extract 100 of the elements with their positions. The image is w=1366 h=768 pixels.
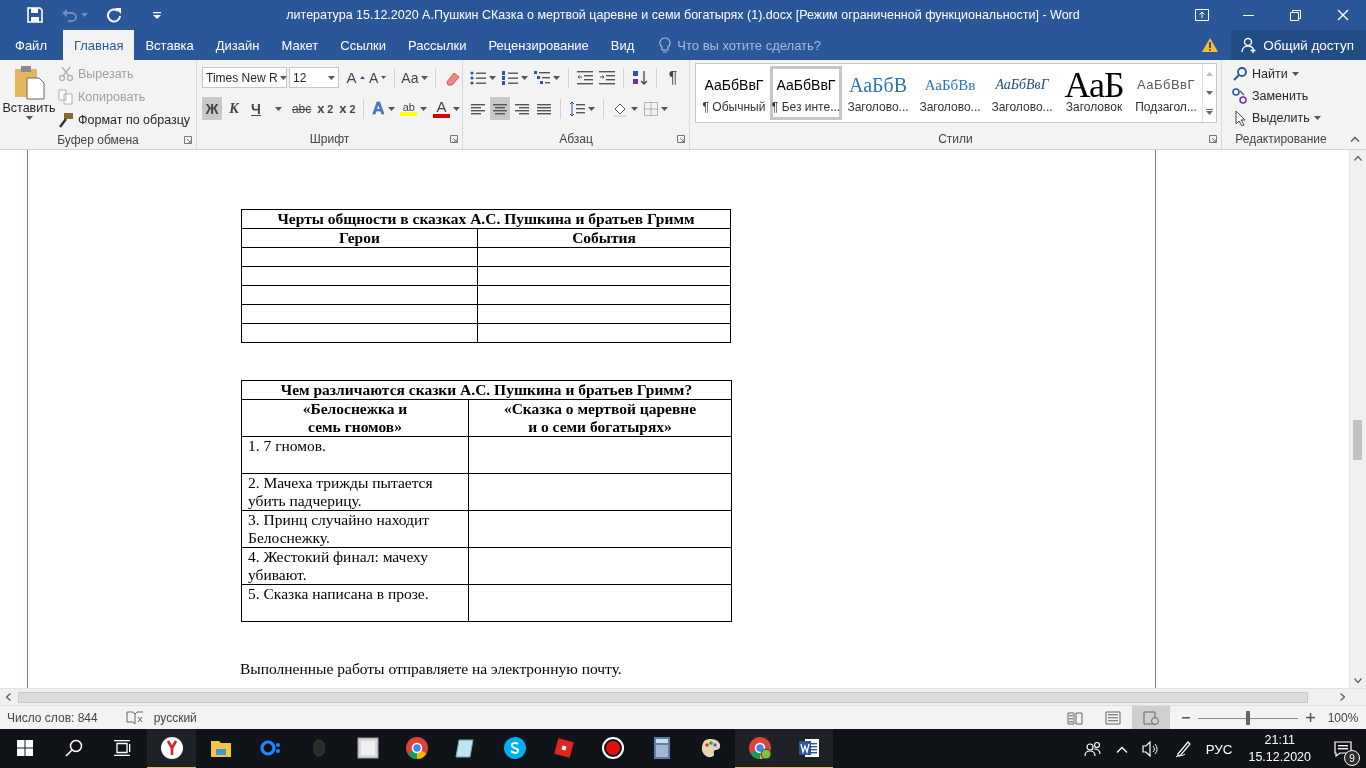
style-item[interactable]: АаБбВвГ ¶ Без инте...	[770, 66, 842, 120]
task-view-icon	[113, 740, 132, 756]
caret-icon	[588, 106, 595, 111]
language-label[interactable]: русский	[153, 710, 197, 725]
collapse-ribbon-button[interactable]	[1350, 136, 1360, 142]
numbered-list-icon	[502, 70, 518, 85]
italic-button[interactable]: К	[224, 97, 244, 120]
person-add-icon	[1241, 37, 1258, 53]
align-center-button[interactable]	[490, 97, 510, 120]
text-effects-button[interactable]: A	[370, 97, 397, 120]
caret-icon	[328, 75, 336, 80]
sort-icon	[632, 69, 648, 86]
style-item[interactable]: АаБбВвГ Заголово...	[986, 66, 1058, 120]
column-header: События	[477, 228, 731, 248]
column-header: «Белоснежка и семь гномов»	[241, 399, 469, 437]
style-item[interactable]: АаБ Заголовок	[1058, 66, 1130, 120]
caret-icon	[553, 75, 560, 80]
style-item[interactable]: АаБбВ Заголово...	[842, 66, 914, 120]
ribbon-tab[interactable]: Вид	[599, 30, 646, 60]
align-left-icon	[471, 102, 485, 115]
taskbar-app-button[interactable]	[147, 729, 196, 768]
share-button[interactable]: Общий доступ	[1231, 30, 1366, 60]
dialog-launcher-icon[interactable]	[450, 135, 458, 143]
chevron-down-icon	[1206, 91, 1213, 95]
ribbon-tab[interactable]: Дизайн	[204, 30, 271, 60]
style-item[interactable]: АаБбВвГ Подзагол...	[1130, 66, 1202, 120]
web-page-icon	[1143, 710, 1159, 725]
expand-icon	[1206, 109, 1213, 116]
caret-icon	[81, 13, 88, 17]
grow-font-button[interactable]: A	[345, 66, 366, 89]
y-letter-circle-icon	[159, 736, 184, 760]
save-icon	[27, 7, 43, 23]
style-item[interactable]: АаБбВв Заголово...	[914, 66, 986, 120]
dialog-launcher-icon[interactable]	[677, 135, 685, 143]
indent-icon	[599, 70, 615, 85]
caret-icon	[279, 75, 287, 80]
taskbar-app-button[interactable]	[784, 729, 833, 768]
lightbulb-icon	[659, 37, 672, 53]
chevron-left-icon	[5, 693, 11, 701]
restore-icon	[1290, 9, 1301, 21]
chrome-icon	[404, 736, 429, 760]
find-button[interactable]: Найти	[1232, 63, 1340, 84]
ribbon-tab[interactable]: Макет	[270, 30, 330, 60]
page-icon	[1105, 710, 1121, 725]
table-cell: 5. Сказка написана в прозе.	[241, 584, 469, 622]
show-marks-button[interactable]: ¶	[663, 66, 683, 89]
bold-button[interactable]: Ж	[202, 97, 222, 120]
skype-icon	[502, 736, 527, 760]
replace-icon	[1232, 87, 1248, 104]
font-name-field[interactable]: Times New R	[202, 67, 287, 88]
ribbon-tab[interactable]: Вставка	[134, 30, 205, 60]
borders-icon	[644, 101, 658, 116]
input-language-button[interactable]: РУС	[1198, 729, 1240, 768]
ribbon-tab[interactable]: Рассылки	[397, 30, 478, 60]
select-button[interactable]: Выделить	[1232, 107, 1340, 128]
group-label: Редактирование	[1235, 132, 1327, 146]
zoom-level[interactable]: 100%	[1318, 710, 1366, 725]
ribbon-tab[interactable]: Ссылки	[329, 30, 398, 60]
window-title: литература 15.12.2020 А.Пушкин СКазка о мертвой царевне и семи богатырях (1).docx [Режим ограниченной функциональности] - Word	[285, 8, 1081, 22]
font-size-field[interactable]: 12	[289, 67, 340, 88]
caret-icon	[661, 106, 668, 111]
scissors-icon	[58, 65, 74, 82]
align-justify-icon	[537, 102, 551, 115]
font-color-button[interactable]: A	[431, 97, 462, 120]
minimize-icon	[1243, 14, 1254, 16]
proofing-book-icon[interactable]	[125, 710, 144, 725]
scrollbar-thumb[interactable]	[18, 691, 1308, 703]
paragraph: Выполненные работы отправляете на электронную почту.	[240, 660, 623, 678]
word-count[interactable]: Число слов: 844	[7, 710, 98, 725]
notifications-button[interactable]: 9	[1320, 729, 1366, 768]
notification-count-badge: 9	[1344, 750, 1360, 766]
underline-button[interactable]: Ч	[246, 97, 266, 120]
column-header: Герои	[241, 228, 478, 248]
scrollbar-thumb[interactable]	[1353, 420, 1362, 460]
shrink-font-button[interactable]: A	[367, 66, 388, 89]
ribbon-tab[interactable]: Файл	[0, 30, 63, 60]
taskbar-app-button[interactable]	[735, 729, 784, 768]
ribbon-display-icon	[1194, 9, 1209, 21]
caret-icon	[453, 106, 461, 111]
search-icon	[1232, 65, 1248, 82]
redo-icon	[106, 7, 122, 23]
style-item[interactable]: АаБбВвГ ¶ Обычный	[698, 66, 770, 120]
highlight-button[interactable]: ab	[398, 97, 430, 120]
caret-icon	[489, 75, 496, 80]
ribbon-tab[interactable]: Главная	[62, 30, 135, 60]
paste-button[interactable]: Вставить	[0, 60, 58, 130]
ribbon-tab[interactable]: Рецензирование	[477, 30, 600, 60]
group-label: Буфер обмена	[57, 132, 139, 147]
tell-me-field[interactable]: Что вы хотите сделать?	[677, 37, 878, 53]
strikethrough-button[interactable]: abc	[290, 97, 314, 120]
change-case-button[interactable]: Aa	[400, 66, 430, 89]
replace-button[interactable]: Заменить	[1232, 85, 1340, 106]
zoom-slider-thumb[interactable]	[1246, 710, 1250, 725]
dialog-launcher-icon[interactable]	[1209, 135, 1217, 143]
caret-up-icon	[359, 76, 365, 79]
clock-button[interactable]: 21:11 15.12.2020	[1239, 732, 1320, 766]
dialog-launcher-icon[interactable]	[184, 136, 192, 144]
align-right-icon	[515, 102, 529, 115]
format-painter-button[interactable]: Формат по образцу	[58, 109, 191, 130]
caret-icon	[631, 106, 638, 111]
